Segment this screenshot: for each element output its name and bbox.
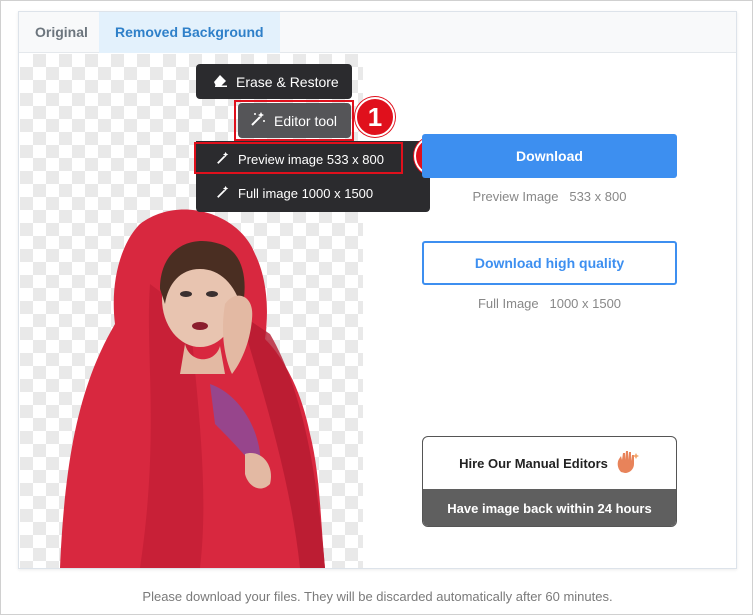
editor-tool-label: Editor tool (274, 112, 338, 129)
magic-wand-icon (216, 185, 230, 202)
tab-original[interactable]: Original (19, 12, 104, 53)
hire-editors-card[interactable]: Hire Our Manual Editors Have image back … (422, 436, 677, 527)
full-image-caption: Full Image 1000 x 1500 (477, 296, 622, 311)
menu-item-full-image[interactable]: Full image 1000 x 1500 (196, 176, 430, 210)
download-high-quality-button[interactable]: Download high quality (422, 241, 677, 285)
erase-restore-button[interactable]: Erase & Restore (196, 64, 352, 99)
footer-note: Please download your files. They will be… (142, 589, 613, 604)
magic-wand-icon (250, 111, 266, 130)
preview-image-highlight (194, 142, 403, 174)
hire-editors-title-row: Hire Our Manual Editors (423, 437, 676, 489)
erase-restore-label: Erase & Restore (236, 73, 339, 90)
eraser-icon (212, 73, 228, 90)
editor-tool-button[interactable]: Editor tool (238, 103, 351, 138)
tab-removed-background[interactable]: Removed Background (99, 12, 280, 53)
hire-editors-subtitle: Have image back within 24 hours (423, 489, 676, 526)
download-button[interactable]: Download (422, 134, 677, 178)
waving-hand-icon (614, 450, 640, 477)
full-image-label: Full image 1000 x 1500 (238, 185, 374, 201)
preview-image-caption: Preview Image 533 x 800 (472, 189, 627, 204)
tab-bar: Original Removed Background (19, 12, 736, 53)
hire-editors-title: Hire Our Manual Editors (459, 455, 608, 471)
step-badge-1: 1 (355, 97, 395, 137)
